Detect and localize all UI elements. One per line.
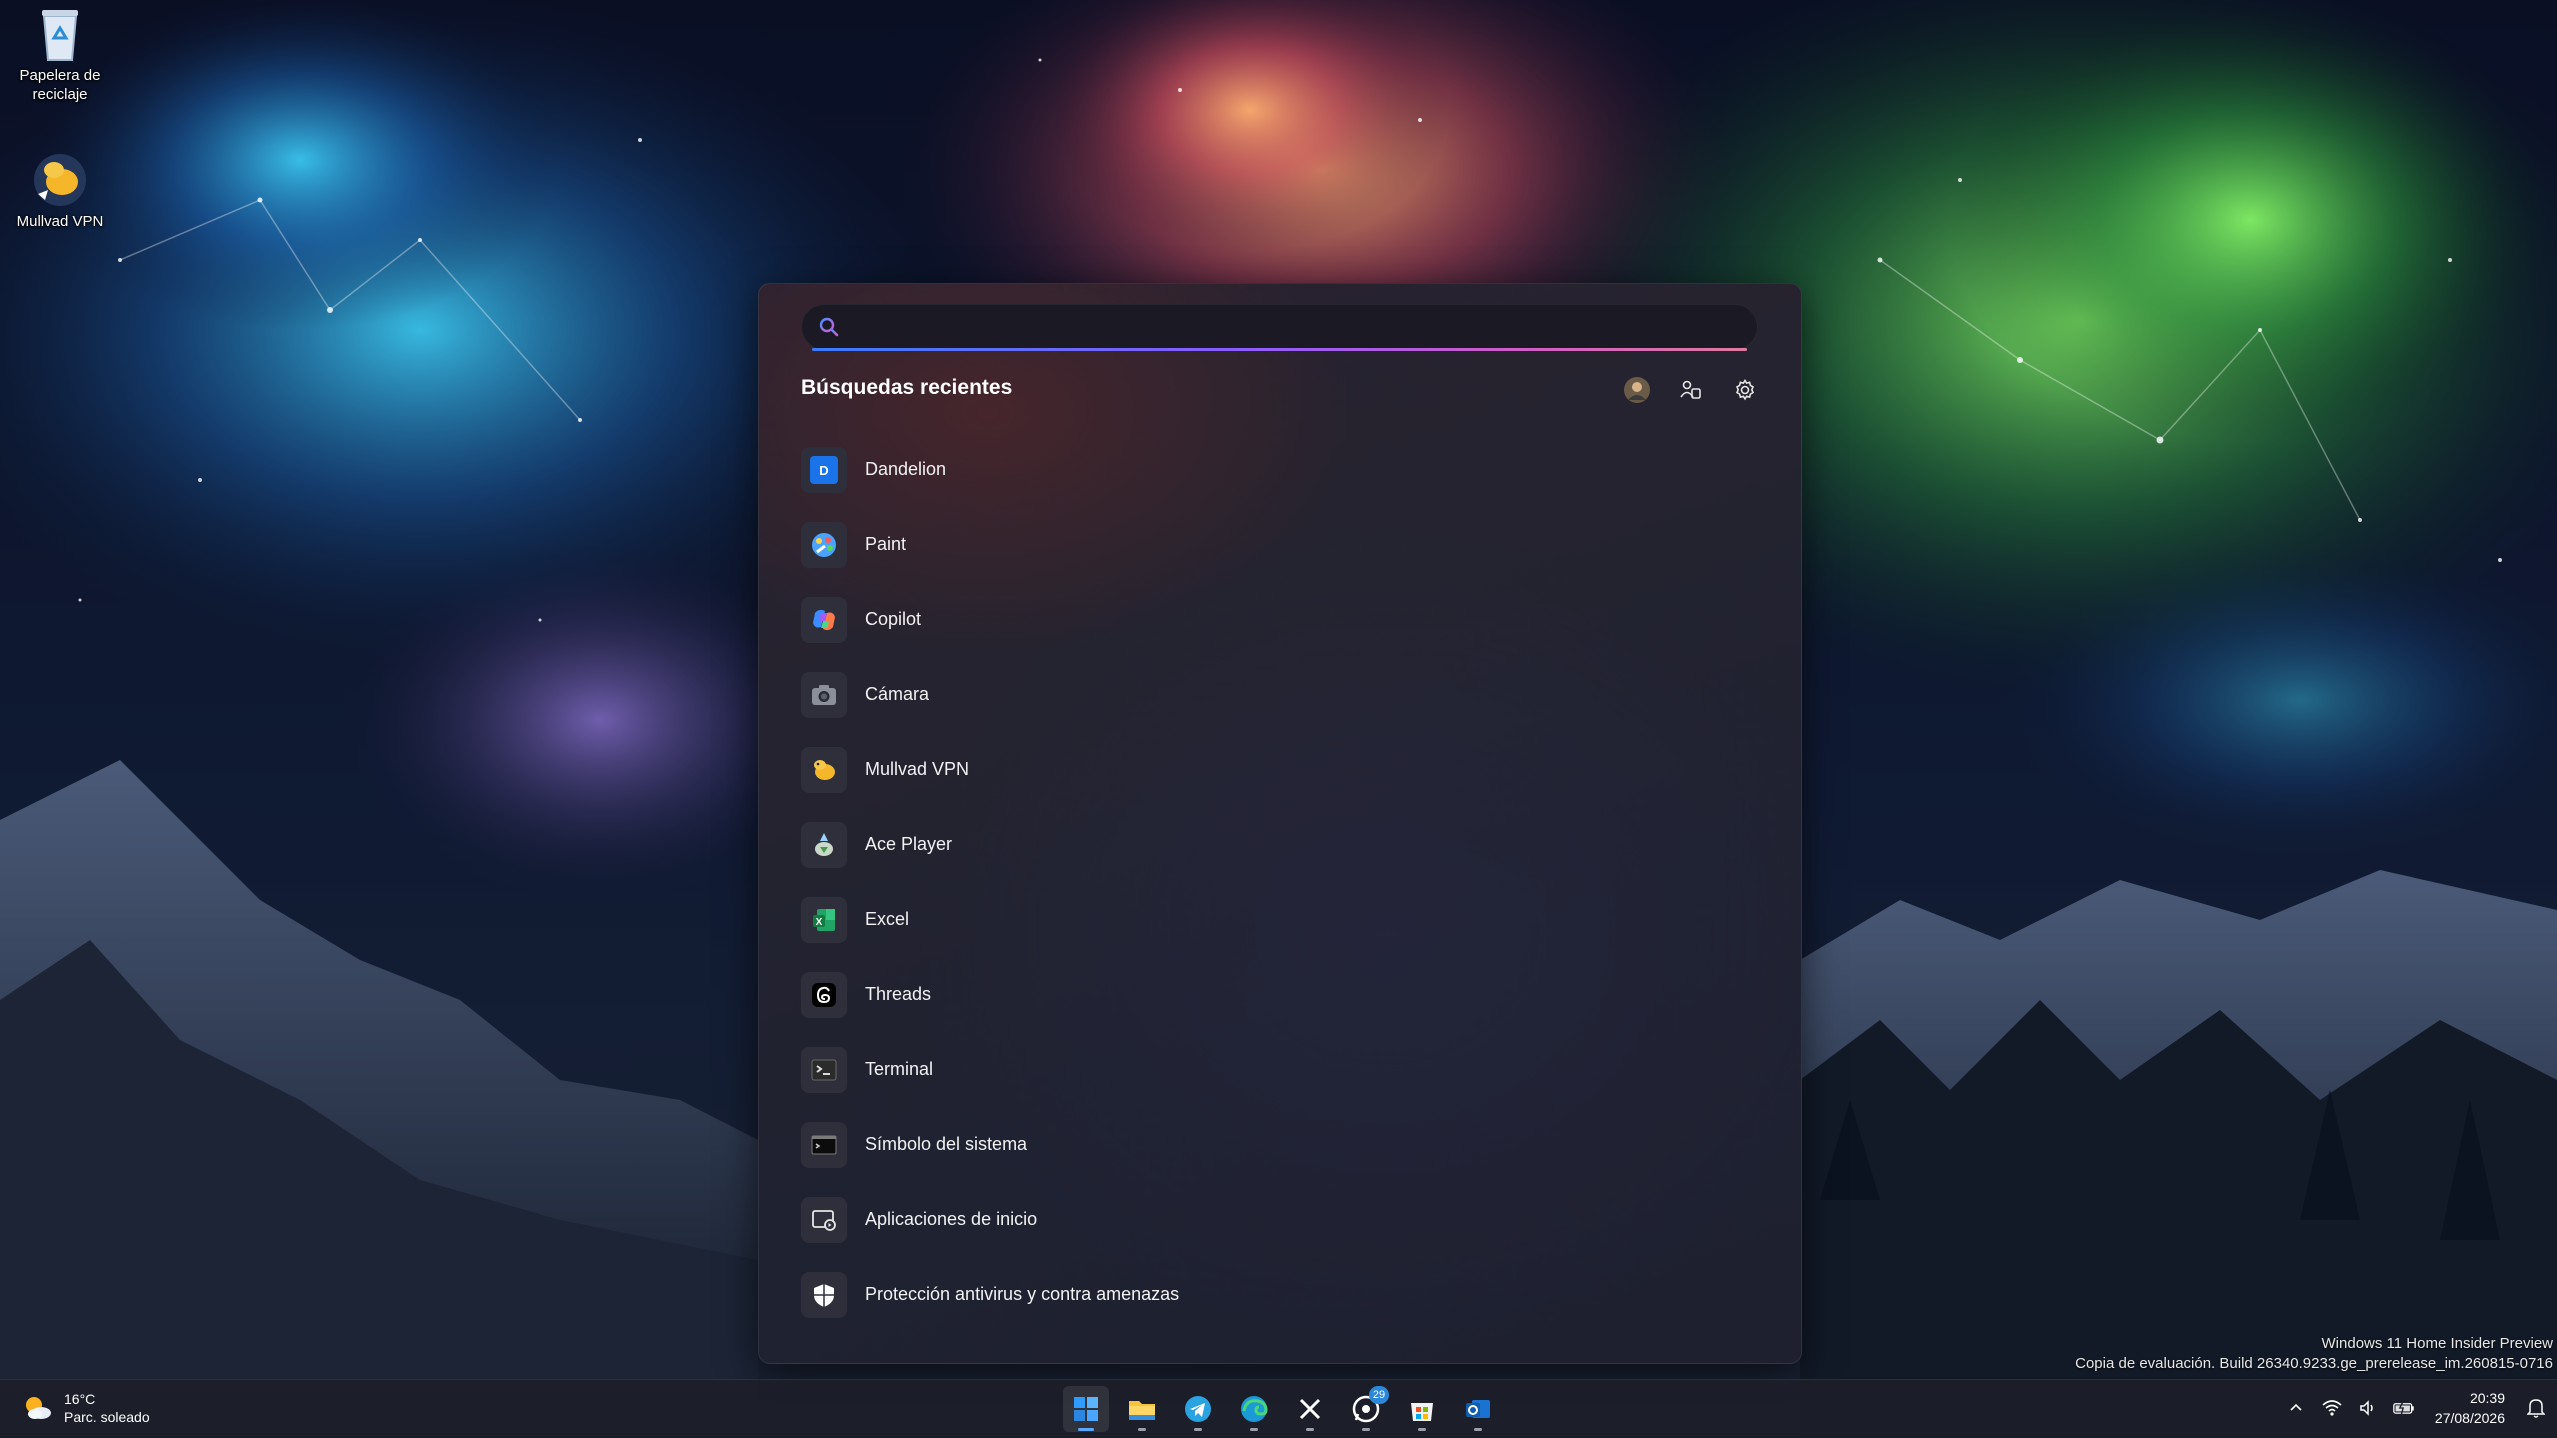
chevron-up-icon <box>2290 1403 2302 1411</box>
partly-sunny-icon <box>26 1397 51 1419</box>
command-prompt-icon <box>811 1135 837 1154</box>
volume-button[interactable] <box>2357 1397 2379 1419</box>
weather-temperature: 16°C <box>64 1391 96 1407</box>
connected-accounts-icon <box>1680 380 1701 399</box>
result-label: Paint <box>865 534 907 554</box>
recent-searches-heading: Búsquedas recientes <box>801 376 1013 399</box>
taskbar-edge[interactable] <box>1231 1386 1277 1432</box>
svg-text:X: X <box>816 917 823 928</box>
insider-watermark: Windows 11 Home Insider Preview Copia de… <box>2075 1334 2553 1374</box>
connected-accounts-button[interactable] <box>1675 374 1707 406</box>
taskbar-clock[interactable]: 20:39 27/08/2026 <box>2435 1388 2505 1428</box>
profile-avatar-button[interactable] <box>1621 374 1653 406</box>
desktop-icon-mullvad-vpn[interactable]: Mullvad VPN <box>0 152 120 231</box>
speaker-icon <box>2360 1400 2373 1416</box>
result-label: Copilot <box>865 609 922 629</box>
result-label: Threads <box>865 984 932 1004</box>
watermark-build: Copia de evaluación. Build 26340.9233.ge… <box>2075 1355 2553 1372</box>
copilot-app-icon <box>813 609 835 630</box>
weather-widget[interactable]: 16°C Parc. soleado <box>22 1390 150 1426</box>
result-label: Cámara <box>865 684 930 704</box>
dandelion-app-icon: D <box>810 455 838 484</box>
windows-start-icon <box>1074 1397 1098 1421</box>
battery-charging-icon <box>2393 1400 2414 1415</box>
profile-avatar <box>1624 377 1650 403</box>
system-tray: 20:39 27/08/2026 <box>2285 1388 2547 1428</box>
list-item-ace-player[interactable]: Ace Player <box>801 807 1759 882</box>
watermark-edition: Windows 11 Home Insider Preview <box>2321 1335 2553 1352</box>
list-item-excel[interactable]: X Excel <box>801 882 1759 957</box>
settings-gear-icon <box>1735 378 1755 401</box>
list-item-threads[interactable]: Threads <box>801 957 1759 1032</box>
whatsapp-unread-badge: 29 <box>1369 1386 1389 1404</box>
list-item-dandelion[interactable]: D Dandelion <box>801 432 1759 507</box>
svg-text:D: D <box>819 463 828 478</box>
result-label: Aplicaciones de inicio <box>865 1209 1038 1229</box>
result-label: Dandelion <box>865 459 947 479</box>
weather-condition: Parc. soleado <box>64 1409 150 1425</box>
store-icon <box>1411 1403 1433 1421</box>
x-app-icon <box>1299 1398 1321 1420</box>
result-label: Mullvad VPN <box>865 759 970 779</box>
telegram-icon <box>1185 1396 1211 1422</box>
notification-center-button[interactable] <box>2525 1397 2547 1419</box>
result-label: Terminal <box>865 1059 934 1079</box>
search-icon <box>819 317 839 337</box>
threads-app-icon <box>812 982 836 1007</box>
list-item-mullvad-vpn[interactable]: Mullvad VPN <box>801 732 1759 807</box>
list-item-startup-apps[interactable]: Aplicaciones de inicio <box>801 1182 1759 1257</box>
edge-browser-icon <box>1241 1396 1268 1422</box>
result-label: Protección antivirus y contra amenazas <box>865 1284 1180 1304</box>
desktop-icon-label: Papelera de reciclaje <box>19 67 101 103</box>
shield-icon <box>814 1283 834 1307</box>
clock-time: 20:39 <box>2469 1390 2505 1406</box>
list-item-terminal[interactable]: Terminal <box>801 1032 1759 1107</box>
search-input[interactable] <box>850 311 1744 345</box>
list-item-camera[interactable]: Cámara <box>801 657 1759 732</box>
search-box[interactable] <box>801 304 1758 351</box>
clock-date: 27/08/2026 <box>2434 1410 2505 1426</box>
list-item-command-prompt[interactable]: Símbolo del sistema <box>801 1107 1759 1182</box>
terminal-app-icon <box>811 1059 837 1080</box>
taskbar-outlook[interactable] <box>1455 1386 1501 1432</box>
battery-button[interactable] <box>2393 1397 2415 1419</box>
file-explorer-icon <box>1129 1401 1155 1420</box>
search-settings-button[interactable] <box>1729 374 1761 406</box>
taskbar-whatsapp[interactable]: 29 <box>1343 1386 1389 1432</box>
list-item-paint[interactable]: Paint <box>801 507 1759 582</box>
desktop-icon-label: Mullvad VPN <box>16 213 104 230</box>
outlook-icon <box>1466 1400 1490 1418</box>
mullvad-vpn-icon <box>814 759 835 780</box>
search-flyout: Búsquedas recientes D Dandelion Paint Co… <box>758 283 1802 1364</box>
taskbar: 16°C Parc. soleado 29 20:39 27/08/2026 <box>0 1379 2557 1438</box>
list-item-copilot[interactable]: Copilot <box>801 582 1759 657</box>
result-label: Símbolo del sistema <box>865 1134 1028 1154</box>
taskbar-apps: 29 <box>1063 1386 1501 1432</box>
start-button[interactable] <box>1063 1386 1109 1432</box>
excel-app-icon: X <box>813 908 835 931</box>
show-hidden-icons-button[interactable] <box>2285 1397 2307 1419</box>
taskbar-x[interactable] <box>1287 1386 1333 1432</box>
taskbar-telegram[interactable] <box>1175 1386 1221 1432</box>
notification-bell-icon <box>2527 1399 2545 1418</box>
desktop-icon-recycle-bin[interactable]: Papelera de reciclaje <box>0 4 120 104</box>
mullvad-vpn-icon <box>34 154 86 206</box>
result-label: Excel <box>865 909 910 929</box>
wifi-icon <box>2322 1400 2342 1416</box>
camera-app-icon <box>812 684 836 705</box>
network-button[interactable] <box>2321 1397 2343 1419</box>
paint-app-icon <box>812 532 836 557</box>
result-label: Ace Player <box>865 834 953 854</box>
list-item-antivirus-protection[interactable]: Protección antivirus y contra amenazas <box>801 1257 1759 1332</box>
recent-results-list: D Dandelion Paint Copilot Cámara Mullvad… <box>801 432 1759 1332</box>
taskbar-file-explorer[interactable] <box>1119 1386 1165 1432</box>
ace-player-icon <box>815 832 833 856</box>
recycle-bin-icon <box>42 10 78 61</box>
startup-apps-icon <box>812 1209 836 1231</box>
search-header-actions <box>1621 374 1761 406</box>
taskbar-store[interactable] <box>1399 1386 1445 1432</box>
